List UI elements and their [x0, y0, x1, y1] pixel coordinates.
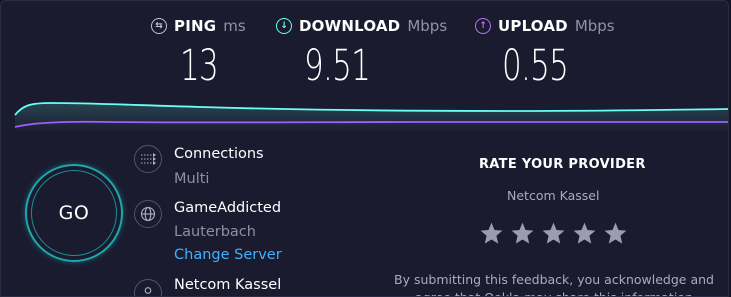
- feedback-disclaimer: By submitting this feedback, you acknowl…: [394, 272, 714, 296]
- ping-icon: ⇆: [151, 18, 167, 34]
- star-icon[interactable]: [479, 221, 504, 246]
- connections-icon: [134, 145, 162, 173]
- user-icon: [134, 279, 162, 296]
- download-metric: ↓ DOWNLOAD Mbps 9.51: [276, 15, 448, 91]
- star-icon[interactable]: [603, 221, 628, 246]
- star-icon[interactable]: [510, 221, 535, 246]
- rate-provider-title: RATE YOUR PROVIDER: [479, 157, 646, 172]
- speedtest-panel: ⇆ PING ms 13 ↓ DOWNLOAD Mbps 9.51 ↑ UPLO…: [0, 0, 729, 297]
- download-unit: Mbps: [407, 17, 448, 35]
- speed-graph: [14, 102, 728, 133]
- star-icon[interactable]: [572, 221, 597, 246]
- go-label: GO: [58, 202, 90, 224]
- connections-value: Multi: [174, 171, 210, 187]
- ping-metric: ⇆ PING ms 13: [151, 15, 246, 91]
- download-graph-fill: [15, 103, 728, 133]
- rating-stars: [479, 221, 628, 246]
- server-location: Lauterbach: [174, 224, 256, 240]
- ping-unit: ms: [223, 17, 246, 35]
- ping-value: 13: [180, 41, 219, 91]
- connections-title: Connections: [174, 146, 264, 162]
- upload-unit: Mbps: [574, 17, 615, 35]
- upload-label: UPLOAD: [498, 17, 568, 35]
- upload-value: 0.55: [502, 41, 569, 91]
- upload-icon: ↑: [475, 18, 491, 34]
- download-icon: ↓: [276, 18, 292, 34]
- change-server-link[interactable]: Change Server: [174, 247, 282, 263]
- globe-icon: [134, 200, 162, 228]
- upload-metric: ↑ UPLOAD Mbps 0.55: [475, 15, 615, 91]
- rate-provider-name: Netcom Kassel: [507, 188, 600, 203]
- ping-label: PING: [174, 17, 217, 35]
- go-button[interactable]: GO: [25, 164, 123, 262]
- download-value: 9.51: [304, 41, 371, 91]
- download-label: DOWNLOAD: [299, 17, 401, 35]
- provider-name: Netcom Kassel: [174, 277, 282, 293]
- star-icon[interactable]: [541, 221, 566, 246]
- server-name: GameAddicted: [174, 200, 282, 216]
